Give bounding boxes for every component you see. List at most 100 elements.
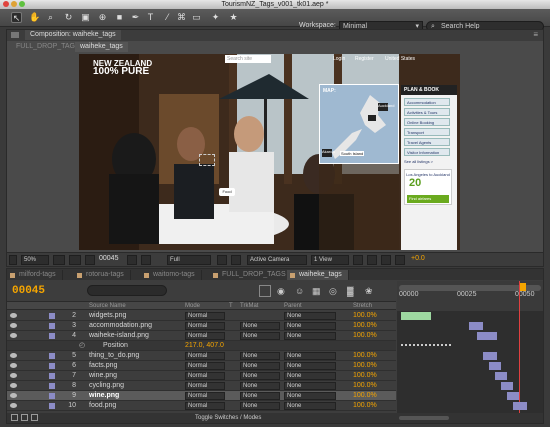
layer-bar[interactable] [507, 392, 519, 400]
subtab-full-drop-tags[interactable]: FULL_DROP_TAGS [11, 42, 85, 52]
motion-blur-icon[interactable]: ◎ [329, 286, 337, 297]
mode-select[interactable]: Normal [185, 392, 225, 400]
map-pin-akaroa[interactable]: Akaroa [322, 149, 335, 157]
parent-select[interactable]: None [284, 322, 336, 330]
tab-waitomo-tags[interactable]: waitomo-tags [141, 270, 202, 280]
layer-name[interactable]: wine.png [89, 391, 119, 401]
plan-item-transport[interactable]: Transport [404, 128, 450, 136]
label-color-swatch[interactable] [49, 383, 55, 389]
transfer-controls-icon[interactable] [21, 414, 28, 421]
trkmat-select[interactable]: None [240, 382, 280, 390]
mode-select[interactable]: Normal [185, 322, 225, 330]
type-tool-icon[interactable]: T [145, 12, 156, 23]
stretch-value[interactable]: 100.0% [353, 331, 377, 341]
layer-name[interactable]: accommodation.png [89, 321, 152, 331]
layer-name[interactable]: cycling.png [89, 381, 124, 391]
visibility-eye-icon[interactable] [10, 333, 17, 338]
layer-bar[interactable] [401, 312, 431, 320]
timeline-graph[interactable]: 00000 00025 00050 [397, 281, 543, 419]
draft-3d-icon[interactable]: ◉ [277, 286, 285, 297]
grid-icon[interactable] [69, 255, 81, 265]
safe-zones-icon[interactable] [53, 255, 65, 265]
trkmat-select[interactable]: None [240, 402, 280, 410]
mode-select[interactable]: Normal [185, 332, 225, 340]
fast-previews-icon[interactable] [367, 255, 377, 265]
subtab-waiheke-tags[interactable]: waiheke_tags [75, 42, 128, 52]
layer-bar[interactable] [495, 372, 507, 380]
stretch-value[interactable]: 100.0% [353, 321, 377, 331]
visibility-eye-icon[interactable] [10, 313, 17, 318]
mode-select[interactable]: Normal [185, 372, 225, 380]
selection-tool-icon[interactable]: ↖ [11, 12, 22, 23]
layer-bar[interactable] [477, 332, 497, 340]
exposure-value[interactable]: +0.0 [411, 255, 425, 262]
visibility-eye-icon[interactable] [10, 383, 17, 388]
label-color-swatch[interactable] [49, 313, 55, 319]
magnification-select[interactable]: 50% [21, 255, 49, 265]
layer-name[interactable]: wine.png [89, 371, 117, 381]
camera-tool-icon[interactable]: ▣ [80, 12, 91, 23]
stretch-value[interactable]: 100.0% [353, 371, 377, 381]
stretch-value[interactable]: 100.0% [353, 381, 377, 391]
map-pin-auckland[interactable]: Auckland [378, 103, 394, 111]
resolution-select[interactable]: Full [167, 255, 211, 265]
country-link[interactable]: United States [385, 56, 415, 62]
visibility-eye-icon[interactable] [10, 393, 17, 398]
plan-item-travel-agents[interactable]: Travel Agents [404, 138, 450, 146]
current-time-marker[interactable] [519, 283, 526, 291]
visibility-eye-icon[interactable] [10, 403, 17, 408]
layer-row-selected[interactable]: 9 wine.png Normal None None 100.0% [7, 391, 396, 401]
comp-mini-flowchart-icon[interactable] [259, 285, 271, 297]
clone-stamp-tool-icon[interactable]: ⌘ [176, 12, 187, 23]
close-window-button[interactable] [3, 1, 9, 7]
header-source-name[interactable]: Source Name [89, 302, 126, 310]
stretch-value[interactable]: 100.0% [353, 401, 377, 411]
zoom-tool-icon[interactable]: ⌕ [45, 12, 56, 23]
timeline-timecode[interactable]: 00045 [12, 285, 45, 297]
property-row-position[interactable]: ◴ Position 217.0, 407.0 [7, 341, 396, 351]
position-value[interactable]: 217.0, 407.0 [185, 341, 224, 351]
parent-select[interactable]: None [284, 402, 336, 410]
in-out-icon[interactable] [31, 414, 38, 421]
shy-icon[interactable]: ☺ [295, 286, 304, 296]
layer-search-input[interactable] [87, 285, 167, 296]
toggle-switches-modes-button[interactable]: Toggle Switches / Modes [195, 413, 261, 423]
trkmat-select[interactable]: None [240, 352, 280, 360]
layer-row[interactable]: 2 widgets.png Normal None 100.0% [7, 311, 396, 321]
layer-row[interactable]: 5 thing_to_do.png Normal None None 100.0… [7, 351, 396, 361]
pan-behind-tool-icon[interactable]: ⊕ [97, 12, 108, 23]
label-color-swatch[interactable] [49, 373, 55, 379]
food-tag[interactable]: Food [219, 188, 235, 196]
label-color-swatch[interactable] [49, 393, 55, 399]
layer-bar[interactable] [501, 382, 513, 390]
visibility-eye-icon[interactable] [10, 353, 17, 358]
trkmat-select[interactable]: None [240, 392, 280, 400]
stretch-value[interactable]: 100.0% [353, 311, 377, 321]
visibility-eye-icon[interactable] [10, 363, 17, 368]
label-color-swatch[interactable] [49, 403, 55, 409]
layer-name[interactable]: widgets.png [89, 311, 126, 321]
header-mode[interactable]: Mode [185, 302, 200, 310]
rotate-tool-icon[interactable]: ↻ [63, 12, 74, 23]
layer-switches-icon[interactable] [11, 414, 18, 421]
flowchart-icon[interactable] [395, 255, 405, 265]
header-stretch[interactable]: Stretch [353, 302, 372, 310]
puppet-tool-icon[interactable]: ★ [228, 12, 239, 23]
see-all-link[interactable]: See all listings > [404, 159, 433, 164]
label-color-swatch[interactable] [49, 353, 55, 359]
eraser-tool-icon[interactable]: ▭ [191, 12, 202, 23]
pen-tool-icon[interactable]: ✒ [130, 12, 141, 23]
frame-blending-icon[interactable]: ▦ [312, 286, 321, 297]
channel-icon[interactable] [141, 255, 151, 265]
hand-tool-icon[interactable]: ✋ [29, 12, 40, 23]
region-of-interest-icon[interactable] [217, 255, 227, 265]
tab-milford-tags[interactable]: milford-tags [7, 270, 63, 280]
view-layout-select[interactable]: 1 View [311, 255, 349, 265]
visibility-eye-icon[interactable] [10, 373, 17, 378]
lock-icon[interactable] [11, 32, 19, 38]
snapshot-icon[interactable] [85, 255, 95, 265]
keyframe-track[interactable] [401, 344, 451, 348]
current-time[interactable]: 00045 [99, 255, 118, 262]
layer-row[interactable]: 3 accommodation.png Normal None None 100… [7, 321, 396, 331]
brainstorm-icon[interactable]: ❀ [365, 286, 373, 297]
